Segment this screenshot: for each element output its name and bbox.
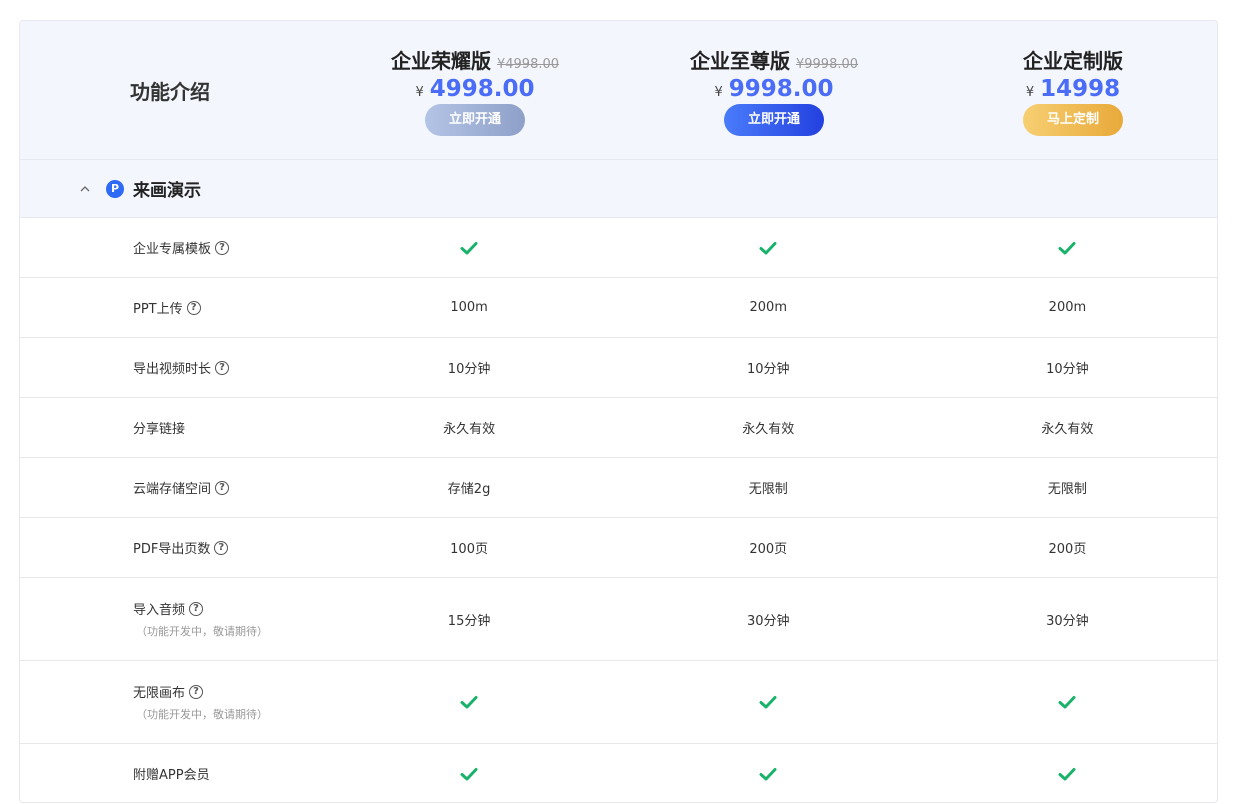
check-icon [918, 692, 1217, 712]
value-cell: 200页 [1048, 542, 1087, 557]
plan-name: 企业荣耀版 [390, 49, 491, 73]
feature-label-line: 企业专属模板? [133, 238, 319, 257]
currency-symbol: ¥ [1025, 85, 1035, 100]
feature-label-line: 导出视频时长? [133, 358, 319, 377]
feature-note: （功能开发中，敬请期待） [136, 708, 268, 721]
feature-column-title: 功能介绍 [130, 80, 210, 104]
feature-label: 云端存储空间 [133, 482, 212, 497]
check-icon [319, 764, 618, 784]
product-logo-icon: P [106, 179, 124, 198]
feature-label-line: 云端存储空间? [133, 478, 319, 497]
value-cell: 10分钟 [1046, 362, 1089, 377]
value-cell: 永久有效 [1041, 422, 1094, 437]
feature-cell: PPT上传? [20, 298, 319, 317]
help-icon[interactable]: ? [215, 360, 230, 375]
value-cell: 200m [749, 300, 787, 315]
currency-symbol: ¥ [415, 85, 424, 100]
customize-button[interactable]: 马上定制 [1023, 104, 1123, 136]
table-row: PDF导出页数? 100页 200页 200页 [20, 518, 1217, 578]
value-cell: 10分钟 [746, 362, 790, 377]
value-cell: 100m [450, 300, 488, 315]
feature-cell: 导出视频时长? [20, 358, 319, 377]
help-icon[interactable]: ? [186, 300, 201, 315]
value-cell: 30分钟 [746, 613, 790, 629]
help-icon[interactable]: ? [189, 684, 204, 699]
feature-cell: 附赠APP会员 [20, 764, 319, 783]
feature-label: 企业专属模板 [133, 242, 212, 257]
section-title: 来画演示 [133, 181, 201, 201]
value-cell: 永久有效 [443, 422, 496, 437]
value-cell: 存储2g [447, 482, 491, 497]
feature-label-line: 导入音频? [133, 599, 319, 618]
check-icon [918, 238, 1217, 258]
plan-name: 企业定制版 [1023, 49, 1123, 73]
section-header[interactable]: P 来画演示 [20, 160, 1217, 218]
plan-supreme: 企业至尊版 ¥9998.00 ¥9998.00 立即开通 [624, 47, 924, 136]
value-cell: 无限制 [748, 482, 788, 497]
feature-label-line: 分享链接 [133, 418, 319, 437]
help-icon[interactable]: ? [189, 601, 204, 616]
table-row: 分享链接 永久有效 永久有效 永久有效 [20, 398, 1217, 458]
feature-label-line: 无限画布? [133, 682, 319, 701]
value-cell: 100页 [450, 542, 488, 557]
value-cell: 15分钟 [447, 613, 491, 629]
feature-label: 无限画布 [133, 686, 186, 701]
feature-cell: 企业专属模板? [20, 238, 319, 257]
table-row: 导出视频时长? 10分钟 10分钟 10分钟 [20, 338, 1217, 398]
check-icon [319, 238, 618, 258]
check-icon [319, 692, 618, 712]
value-cell: 10分钟 [447, 362, 491, 377]
plan-glory: 企业荣耀版 ¥4998.00 ¥4998.00 立即开通 [325, 47, 625, 136]
value-cell: 30分钟 [1046, 613, 1089, 629]
plan-price: 4998.00 [429, 76, 535, 102]
value-cell: 无限制 [1047, 482, 1087, 497]
feature-cell: 导入音频? （功能开发中，敬请期待） [20, 599, 319, 639]
feature-label-line: 附赠APP会员 [133, 764, 319, 783]
table-header: 功能介绍 企业荣耀版 ¥4998.00 ¥4998.00 立即开通 企业至尊版 ¥9… [20, 21, 1217, 160]
pricing-comparison-table: 功能介绍 企业荣耀版 ¥4998.00 ¥4998.00 立即开通 企业至尊版 ¥9… [19, 20, 1218, 803]
table-row: PPT上传? 100m 200m 200m [20, 278, 1217, 338]
value-cell: 永久有效 [742, 422, 795, 437]
check-icon [619, 692, 918, 712]
feature-label: 导入音频 [133, 603, 186, 618]
feature-cell: 云端存储空间? [20, 478, 319, 497]
check-icon [619, 764, 918, 784]
feature-label: 分享链接 [133, 422, 186, 437]
plan-name: 企业至尊版 [689, 49, 790, 73]
chevron-up-icon[interactable] [80, 184, 90, 194]
table-row: 无限画布? （功能开发中，敬请期待） [20, 661, 1217, 744]
feature-cell: PDF导出页数? [20, 538, 319, 557]
original-price: ¥4998.00 [496, 57, 560, 72]
table-row: 企业专属模板? [20, 218, 1217, 278]
table-row: 附赠APP会员 [20, 744, 1217, 802]
help-icon[interactable]: ? [215, 480, 230, 495]
table-row: 导入音频? （功能开发中，敬请期待） 15分钟 30分钟 30分钟 [20, 578, 1217, 661]
value-cell: 200页 [749, 542, 788, 557]
value-cell: 200m [1048, 300, 1087, 315]
feature-label: PDF导出页数 [133, 542, 211, 557]
plan-price: 9998.00 [728, 76, 834, 102]
feature-label: PPT上传 [133, 302, 183, 317]
help-icon[interactable]: ? [214, 540, 229, 555]
feature-label: 导出视频时长 [133, 362, 212, 377]
feature-note: （功能开发中，敬请期待） [136, 625, 268, 638]
feature-label: 附赠APP会员 [133, 768, 210, 783]
help-icon[interactable]: ? [215, 240, 230, 255]
subscribe-button-glory[interactable]: 立即开通 [425, 104, 525, 136]
table-row: 云端存储空间? 存储2g 无限制 无限制 [20, 458, 1217, 518]
original-price: ¥9998.00 [795, 57, 859, 72]
plan-custom: 企业定制版 ¥14998 马上定制 [923, 47, 1217, 136]
check-icon [918, 764, 1217, 784]
feature-label-line: PPT上传? [133, 298, 319, 317]
feature-rows: 企业专属模板? PPT上传? 100m 200m 200m 导出视频时长? 10分钟 10分钟… [20, 218, 1217, 802]
plan-price: 14998 [1040, 76, 1121, 102]
feature-cell: 分享链接 [20, 418, 319, 437]
feature-label-line: PDF导出页数? [133, 538, 319, 557]
subscribe-button-supreme[interactable]: 立即开通 [724, 104, 824, 136]
currency-symbol: ¥ [714, 85, 723, 100]
feature-cell: 无限画布? （功能开发中，敬请期待） [20, 682, 319, 722]
check-icon [619, 238, 918, 258]
